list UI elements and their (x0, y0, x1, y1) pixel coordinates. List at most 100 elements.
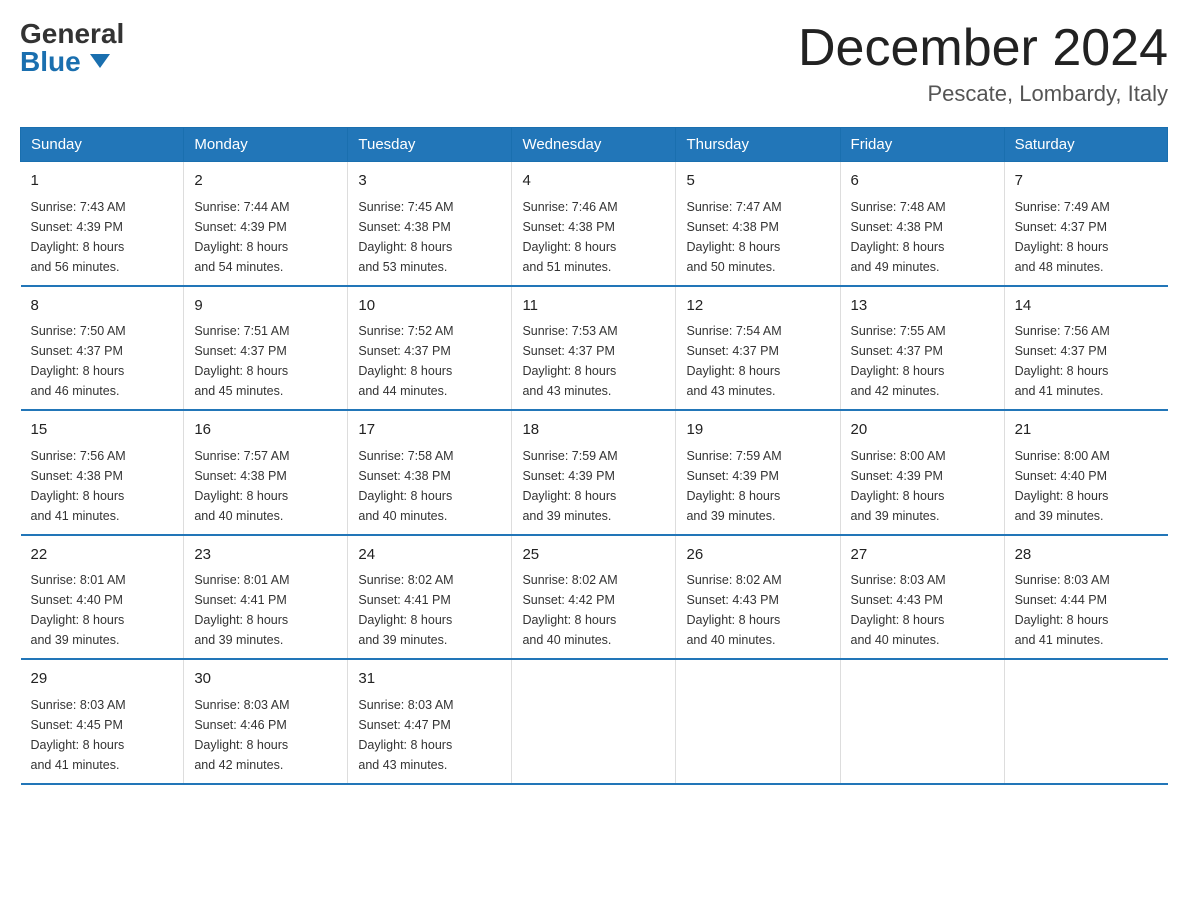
calendar-cell: 23Sunrise: 8:01 AMSunset: 4:41 PMDayligh… (184, 535, 348, 660)
calendar-cell: 28Sunrise: 8:03 AMSunset: 4:44 PMDayligh… (1004, 535, 1167, 660)
day-header-monday: Monday (184, 128, 348, 162)
day-info: Sunrise: 7:56 AMSunset: 4:37 PMDaylight:… (1015, 321, 1158, 401)
day-number: 12 (686, 295, 829, 318)
day-number: 10 (358, 295, 501, 318)
day-info: Sunrise: 8:03 AMSunset: 4:47 PMDaylight:… (358, 695, 501, 775)
calendar-cell: 11 Sunrise: 7:53 AMSunset: 4:37 PMDayligh… (512, 286, 676, 411)
day-info: Sunrise: 8:03 AMSunset: 4:46 PMDaylight:… (194, 695, 337, 775)
day-info: Sunrise: 7:52 AMSunset: 4:37 PMDaylight:… (358, 321, 501, 401)
calendar-cell: 20Sunrise: 8:00 AMSunset: 4:39 PMDayligh… (840, 410, 1004, 535)
calendar-cell: 14 Sunrise: 7:56 AMSunset: 4:37 PMDayligh… (1004, 286, 1167, 411)
calendar-body: 1 Sunrise: 7:43 AMSunset: 4:39 PMDaylight… (21, 162, 1168, 784)
day-number: 20 (851, 419, 994, 442)
calendar-cell (676, 659, 840, 784)
page-header: General Blue December 2024 Pescate, Lomb… (20, 20, 1168, 107)
day-number: 29 (31, 668, 174, 691)
day-info: Sunrise: 7:47 AMSunset: 4:38 PMDaylight:… (686, 197, 829, 277)
calendar-cell: 6 Sunrise: 7:48 AMSunset: 4:38 PMDaylight… (840, 162, 1004, 286)
day-info: Sunrise: 8:03 AMSunset: 4:45 PMDaylight:… (31, 695, 174, 775)
calendar-cell (1004, 659, 1167, 784)
day-number: 26 (686, 544, 829, 567)
calendar-cell: 10 Sunrise: 7:52 AMSunset: 4:37 PMDayligh… (348, 286, 512, 411)
calendar-cell: 1 Sunrise: 7:43 AMSunset: 4:39 PMDaylight… (21, 162, 184, 286)
logo-general-text: General (20, 20, 124, 48)
day-number: 11 (522, 295, 665, 318)
day-info: Sunrise: 8:03 AMSunset: 4:44 PMDaylight:… (1015, 570, 1158, 650)
logo: General Blue (20, 20, 124, 76)
calendar-cell: 7Sunrise: 7:49 AMSunset: 4:37 PMDaylight… (1004, 162, 1167, 286)
calendar-week-row: 1 Sunrise: 7:43 AMSunset: 4:39 PMDaylight… (21, 162, 1168, 286)
calendar-cell (512, 659, 676, 784)
calendar-cell: 19 Sunrise: 7:59 AMSunset: 4:39 PMDayligh… (676, 410, 840, 535)
calendar-cell: 17Sunrise: 7:58 AMSunset: 4:38 PMDayligh… (348, 410, 512, 535)
day-info: Sunrise: 7:53 AMSunset: 4:37 PMDaylight:… (522, 321, 665, 401)
day-header-thursday: Thursday (676, 128, 840, 162)
day-info: Sunrise: 8:02 AMSunset: 4:43 PMDaylight:… (686, 570, 829, 650)
location-title: Pescate, Lombardy, Italy (798, 81, 1168, 107)
day-info: Sunrise: 7:56 AMSunset: 4:38 PMDaylight:… (31, 446, 174, 526)
day-info: Sunrise: 8:02 AMSunset: 4:42 PMDaylight:… (522, 570, 665, 650)
calendar-cell: 21 Sunrise: 8:00 AMSunset: 4:40 PMDayligh… (1004, 410, 1167, 535)
day-info: Sunrise: 7:44 AMSunset: 4:39 PMDaylight:… (194, 197, 337, 277)
day-info: Sunrise: 8:00 AMSunset: 4:40 PMDaylight:… (1015, 446, 1158, 526)
day-number: 4 (522, 170, 665, 193)
day-info: Sunrise: 8:02 AMSunset: 4:41 PMDaylight:… (358, 570, 501, 650)
day-header-friday: Friday (840, 128, 1004, 162)
day-number: 17 (358, 419, 501, 442)
day-number: 24 (358, 544, 501, 567)
calendar-cell (840, 659, 1004, 784)
day-header-wednesday: Wednesday (512, 128, 676, 162)
calendar-cell: 9Sunrise: 7:51 AMSunset: 4:37 PMDaylight… (184, 286, 348, 411)
logo-blue-text: Blue (20, 48, 124, 76)
calendar-cell: 22Sunrise: 8:01 AMSunset: 4:40 PMDayligh… (21, 535, 184, 660)
day-number: 30 (194, 668, 337, 691)
month-title: December 2024 (798, 20, 1168, 77)
day-info: Sunrise: 7:45 AMSunset: 4:38 PMDaylight:… (358, 197, 501, 277)
day-info: Sunrise: 7:48 AMSunset: 4:38 PMDaylight:… (851, 197, 994, 277)
calendar-header-row: SundayMondayTuesdayWednesdayThursdayFrid… (21, 128, 1168, 162)
calendar-cell: 3Sunrise: 7:45 AMSunset: 4:38 PMDaylight… (348, 162, 512, 286)
day-number: 13 (851, 295, 994, 318)
logo-triangle-icon (90, 54, 110, 68)
calendar-cell: 13Sunrise: 7:55 AMSunset: 4:37 PMDayligh… (840, 286, 1004, 411)
calendar-cell: 30 Sunrise: 8:03 AMSunset: 4:46 PMDayligh… (184, 659, 348, 784)
day-info: Sunrise: 7:46 AMSunset: 4:38 PMDaylight:… (522, 197, 665, 277)
day-number: 22 (31, 544, 174, 567)
calendar-cell: 15 Sunrise: 7:56 AMSunset: 4:38 PMDayligh… (21, 410, 184, 535)
day-number: 1 (31, 170, 174, 193)
day-header-saturday: Saturday (1004, 128, 1167, 162)
calendar-week-row: 22Sunrise: 8:01 AMSunset: 4:40 PMDayligh… (21, 535, 1168, 660)
day-number: 21 (1015, 419, 1158, 442)
day-number: 8 (31, 295, 174, 318)
calendar-cell: 26 Sunrise: 8:02 AMSunset: 4:43 PMDayligh… (676, 535, 840, 660)
calendar-cell: 12 Sunrise: 7:54 AMSunset: 4:37 PMDayligh… (676, 286, 840, 411)
day-number: 14 (1015, 295, 1158, 318)
day-info: Sunrise: 8:01 AMSunset: 4:41 PMDaylight:… (194, 570, 337, 650)
day-info: Sunrise: 7:43 AMSunset: 4:39 PMDaylight:… (31, 197, 174, 277)
calendar-cell: 25 Sunrise: 8:02 AMSunset: 4:42 PMDayligh… (512, 535, 676, 660)
calendar-cell: 31Sunrise: 8:03 AMSunset: 4:47 PMDayligh… (348, 659, 512, 784)
calendar-cell: 29 Sunrise: 8:03 AMSunset: 4:45 PMDayligh… (21, 659, 184, 784)
day-number: 15 (31, 419, 174, 442)
calendar-week-row: 15 Sunrise: 7:56 AMSunset: 4:38 PMDayligh… (21, 410, 1168, 535)
day-number: 18 (522, 419, 665, 442)
day-info: Sunrise: 7:57 AMSunset: 4:38 PMDaylight:… (194, 446, 337, 526)
day-info: Sunrise: 7:59 AMSunset: 4:39 PMDaylight:… (522, 446, 665, 526)
day-info: Sunrise: 7:59 AMSunset: 4:39 PMDaylight:… (686, 446, 829, 526)
day-number: 19 (686, 419, 829, 442)
calendar-week-row: 8Sunrise: 7:50 AMSunset: 4:37 PMDaylight… (21, 286, 1168, 411)
day-number: 27 (851, 544, 994, 567)
calendar-week-row: 29 Sunrise: 8:03 AMSunset: 4:45 PMDayligh… (21, 659, 1168, 784)
day-info: Sunrise: 7:54 AMSunset: 4:37 PMDaylight:… (686, 321, 829, 401)
day-number: 16 (194, 419, 337, 442)
calendar-cell: 4 Sunrise: 7:46 AMSunset: 4:38 PMDaylight… (512, 162, 676, 286)
calendar-cell: 27Sunrise: 8:03 AMSunset: 4:43 PMDayligh… (840, 535, 1004, 660)
day-number: 25 (522, 544, 665, 567)
calendar-cell: 18 Sunrise: 7:59 AMSunset: 4:39 PMDayligh… (512, 410, 676, 535)
title-area: December 2024 Pescate, Lombardy, Italy (798, 20, 1168, 107)
day-header-sunday: Sunday (21, 128, 184, 162)
day-number: 6 (851, 170, 994, 193)
calendar-table: SundayMondayTuesdayWednesdayThursdayFrid… (20, 127, 1168, 785)
calendar-cell: 2Sunrise: 7:44 AMSunset: 4:39 PMDaylight… (184, 162, 348, 286)
calendar-cell: 24 Sunrise: 8:02 AMSunset: 4:41 PMDayligh… (348, 535, 512, 660)
